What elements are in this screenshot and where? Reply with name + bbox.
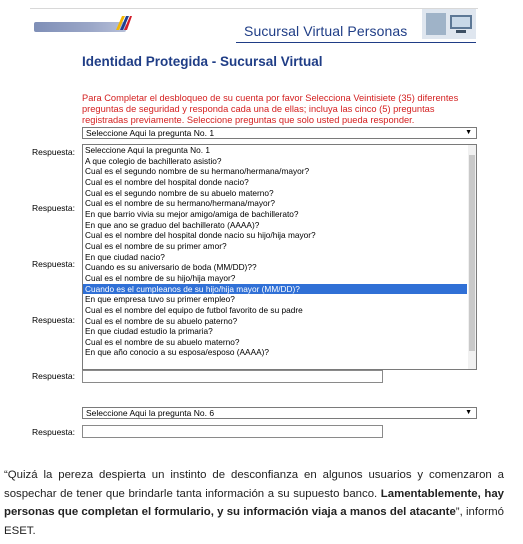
dropdown-option[interactable]: Cual es el segundo nombre de su abuelo m… [83, 188, 467, 199]
dropdown-option[interactable]: En que ciudad estudio la primaria? [83, 326, 467, 337]
chevron-down-icon: ▼ [465, 129, 472, 136]
question-select-6[interactable]: Seleccione Aqui la pregunta No. 6 ▼ [82, 407, 477, 419]
header: Sucursal Virtual Personas [30, 9, 478, 45]
dropdown-option[interactable]: Cual es el nombre del hospital donde nac… [83, 230, 467, 241]
dropdown-option[interactable]: Cual es el segundo nombre de su hermano/… [83, 166, 467, 177]
dropdown-option[interactable]: Cual es el nombre de su primer amor? [83, 241, 467, 252]
blurred-bank-name [34, 22, 126, 32]
dropdown-option[interactable]: En que ciudad nacio? [83, 252, 467, 263]
dropdown-option[interactable]: A que colegio de bachillerato asistio? [83, 156, 467, 167]
dropdown-option[interactable]: Cual es el nombre de su hijo/hija mayor? [83, 273, 467, 284]
instructions-text: Para Completar el desbloqueo de su cuent… [82, 93, 459, 125]
dropdown-option[interactable]: En que ano se graduo del bachillerato (A… [83, 220, 467, 231]
header-rule [236, 42, 476, 43]
select-value: Seleccione Aqui la pregunta No. 1 [86, 128, 215, 138]
bank-logo [34, 16, 132, 36]
dropdown-option[interactable]: En que barrio vivia su mejor amigo/amiga… [83, 209, 467, 220]
answer-label-1: Respuesta: [32, 147, 75, 157]
dropdown-option[interactable]: Cuando es su aniversario de boda (MM/DD)… [83, 262, 467, 273]
select-value: Seleccione Aqui la pregunta No. 6 [86, 408, 215, 418]
bank-flag-icon [116, 16, 132, 30]
chevron-down-icon: ▼ [465, 409, 472, 416]
dropdown-option[interactable]: Cual es el nombre de su hermano/hermana/… [83, 198, 467, 209]
answer-label-3: Respuesta: [32, 259, 75, 269]
portal-title: Sucursal Virtual Personas [244, 23, 408, 39]
answer-label-2: Respuesta: [32, 203, 75, 213]
dropdown-scrollbar[interactable] [468, 145, 476, 369]
answer-label-6: Respuesta: [32, 427, 75, 437]
phishing-form-screenshot: Sucursal Virtual Personas Identidad Prot… [30, 8, 478, 438]
dropdown-option[interactable]: Cual es el nombre de su abuelo materno? [83, 337, 467, 348]
dropdown-options: Seleccione Aqui la pregunta No. 1A que c… [83, 145, 467, 358]
dropdown-option[interactable]: Cuando es el cumpleanos de su hijo/hija … [83, 283, 467, 295]
dropdown-option[interactable]: En que año conocio a su esposa/esposo (A… [83, 347, 467, 358]
dropdown-option[interactable]: Cual es el nombre del hospital donde nac… [83, 177, 467, 188]
dropdown-option[interactable]: Seleccione Aqui la pregunta No. 1 [83, 145, 467, 156]
question-dropdown-list[interactable]: Seleccione Aqui la pregunta No. 1A que c… [82, 144, 477, 370]
answer-label-4: Respuesta: [32, 315, 75, 325]
answer-label-5: Respuesta: [32, 371, 75, 381]
answer-input-6[interactable] [82, 425, 383, 438]
office-photo-icon [422, 9, 476, 39]
article-paragraph: “Quizá la pereza despierta un instinto d… [4, 466, 504, 540]
answer-input-5[interactable] [82, 370, 383, 383]
scrollbar-thumb[interactable] [469, 155, 475, 351]
question-select-1[interactable]: Seleccione Aqui la pregunta No. 1 ▼ [82, 127, 477, 139]
page-title: Identidad Protegida - Sucursal Virtual [82, 54, 323, 69]
dropdown-option[interactable]: Cual es el nombre de su abuelo paterno? [83, 316, 467, 327]
dropdown-option[interactable]: En que empresa tuvo su primer empleo? [83, 294, 467, 305]
dropdown-option[interactable]: Cual es el nombre del equipo de futbol f… [83, 305, 467, 316]
